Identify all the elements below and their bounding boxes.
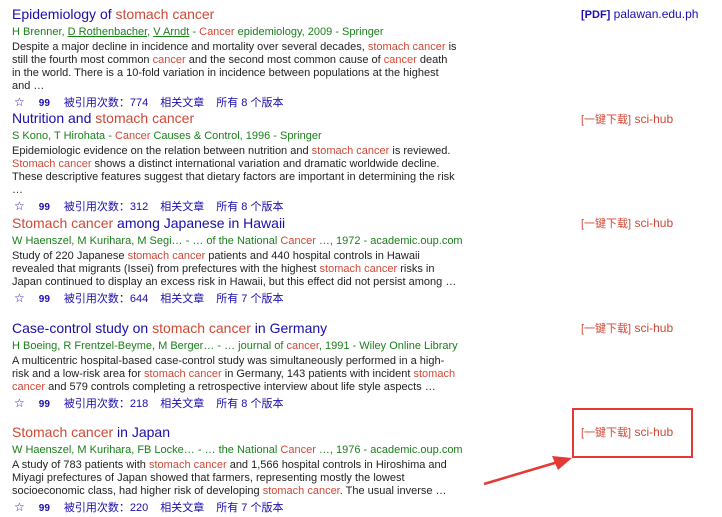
cited-by-link[interactable]: 被引用次数：774 [64, 97, 148, 109]
download-tag: [一键下载] [581, 218, 632, 230]
result-snippet: Study of 220 Japanese stomach cancer pat… [12, 250, 457, 288]
side-site-label: sci-hub [634, 112, 674, 126]
search-result: Epidemiology of stomach cancer H Brenner… [12, 6, 712, 110]
quote-icon[interactable]: 99 [39, 503, 50, 514]
quote-icon[interactable]: 99 [39, 98, 50, 109]
all-versions-link[interactable]: 所有 7 个版本 [216, 502, 283, 514]
quote-icon[interactable]: 99 [39, 294, 50, 305]
result-authors-source: W Haenszel, M Kurihara, M Segi… - … of t… [12, 235, 463, 247]
download-tag: [一键下载] [581, 323, 632, 335]
result-actions: ☆ 99 被引用次数：312 相关文章 所有 8 个版本 [12, 200, 712, 214]
result-snippet: Epidemiologic evidence on the relation b… [12, 145, 455, 196]
download-tag: [一键下载] [581, 114, 632, 126]
related-articles-link[interactable]: 相关文章 [160, 201, 204, 213]
star-icon[interactable]: ☆ [14, 291, 25, 305]
side-site-label: sci-hub [634, 216, 674, 230]
cited-by-link[interactable]: 被引用次数：218 [64, 398, 148, 410]
highlight-box-annotation [572, 408, 693, 458]
related-articles-link[interactable]: 相关文章 [160, 97, 204, 109]
related-articles-link[interactable]: 相关文章 [160, 398, 204, 410]
red-arrow-annotation [483, 456, 572, 486]
sci-hub-download-link[interactable]: [一键下载] sci-hub [581, 111, 673, 127]
cited-by-link[interactable]: 被引用次数：220 [64, 502, 148, 514]
result-authors-source: H Boeing, R Frentzel-Beyme, M Berger… - … [12, 340, 458, 352]
result-actions: ☆ 99 被引用次数：774 相关文章 所有 8 个版本 [12, 96, 712, 110]
side-site-label: sci-hub [634, 321, 674, 335]
cited-by-link[interactable]: 被引用次数：644 [64, 293, 148, 305]
all-versions-link[interactable]: 所有 8 个版本 [216, 398, 283, 410]
result-actions: ☆ 99 被引用次数：220 相关文章 所有 7 个版本 [12, 501, 712, 515]
result-authors-source: H Brenner, D Rothenbacher, V Arndt - Can… [12, 26, 384, 38]
result-authors-source: S Kono, T Hirohata - Cancer Causes & Con… [12, 130, 322, 142]
result-snippet: Despite a major decline in incidence and… [12, 41, 457, 92]
related-articles-link[interactable]: 相关文章 [160, 502, 204, 514]
pdf-tag: [PDF] [581, 9, 611, 21]
related-articles-link[interactable]: 相关文章 [160, 293, 204, 305]
quote-icon[interactable]: 99 [39, 399, 50, 410]
sci-hub-download-link[interactable]: [一键下载] sci-hub [581, 320, 673, 336]
star-icon[interactable]: ☆ [14, 95, 25, 109]
star-icon[interactable]: ☆ [14, 500, 25, 514]
all-versions-link[interactable]: 所有 8 个版本 [216, 201, 283, 213]
result-snippet: A study of 783 patients with stomach can… [12, 459, 447, 497]
quote-icon[interactable]: 99 [39, 202, 50, 213]
all-versions-link[interactable]: 所有 7 个版本 [216, 293, 283, 305]
sci-hub-download-link[interactable]: [一键下载] sci-hub [581, 215, 673, 231]
cited-by-link[interactable]: 被引用次数：312 [64, 201, 148, 213]
result-snippet: A multicentric hospital-based case-contr… [12, 355, 456, 393]
star-icon[interactable]: ☆ [14, 396, 25, 410]
all-versions-link[interactable]: 所有 8 个版本 [216, 97, 283, 109]
star-icon[interactable]: ☆ [14, 199, 25, 213]
result-actions: ☆ 99 被引用次数：644 相关文章 所有 7 个版本 [12, 292, 712, 306]
side-site-label: palawan.edu.ph [613, 7, 699, 21]
side-download-link[interactable]: [PDF] palawan.edu.ph [581, 7, 698, 21]
